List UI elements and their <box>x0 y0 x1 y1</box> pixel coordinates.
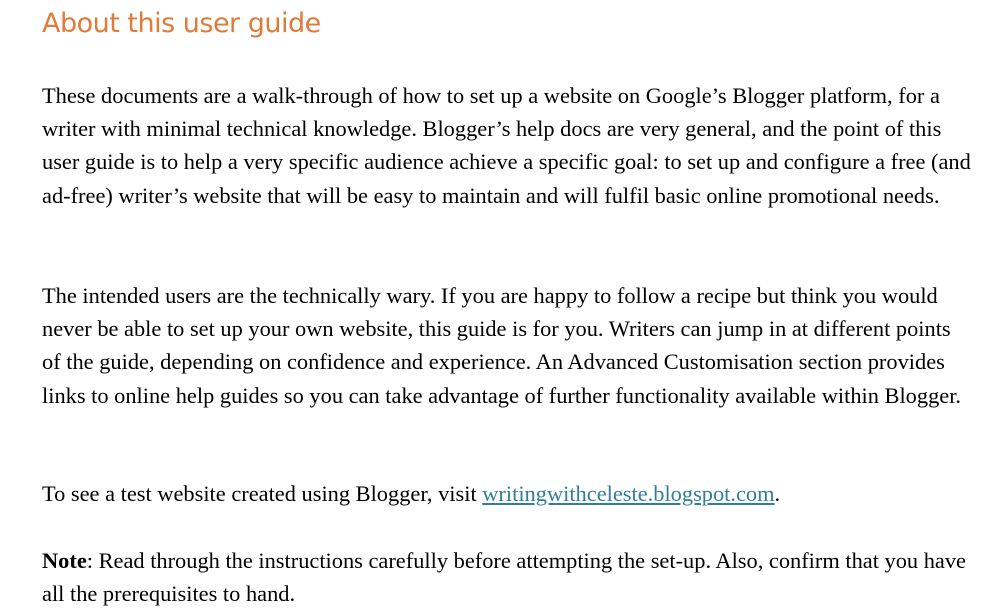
test-site-link[interactable]: writingwithceleste.blogspot.com <box>482 481 774 506</box>
test-site-paragraph: To see a test website created using Blog… <box>42 477 972 510</box>
note-label: Note <box>42 548 87 573</box>
audience-paragraph: The intended users are the technically w… <box>42 283 962 408</box>
note-paragraph: Note: Read through the instructions care… <box>42 544 972 610</box>
intro-paragraph: These documents are a walk-through of ho… <box>42 83 971 208</box>
test-site-suffix: . <box>774 481 781 506</box>
note-text: : Read through the instructions carefull… <box>42 548 966 607</box>
test-site-prefix: To see a test website created using Blog… <box>42 481 483 506</box>
page-title: About this user guide <box>42 8 321 39</box>
